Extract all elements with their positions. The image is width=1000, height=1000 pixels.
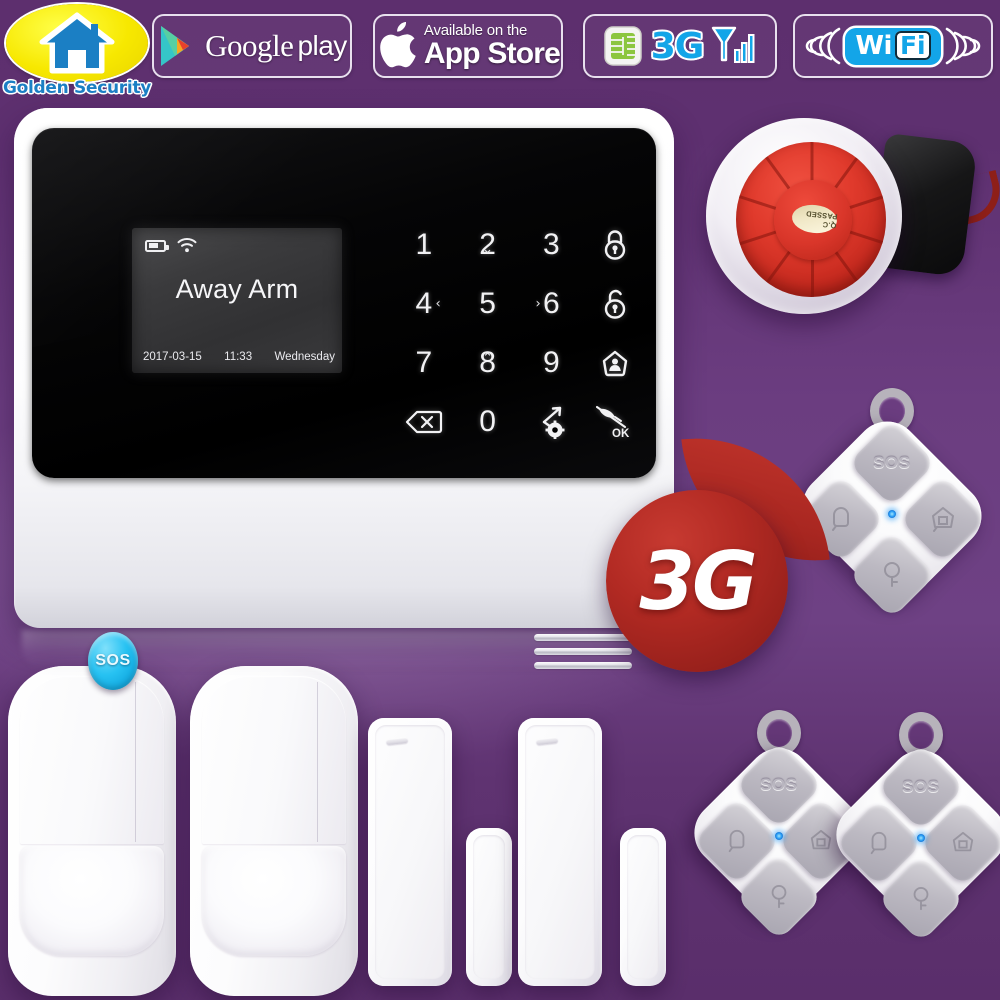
- lock-open-icon: [884, 562, 900, 587]
- apple-logo-icon: [380, 22, 416, 68]
- badge-wifi[interactable]: Wi Fi: [793, 14, 993, 78]
- pir-lens: [202, 846, 346, 956]
- remote-control-3[interactable]: SOS: [823, 712, 1000, 943]
- wifi-icon: [177, 238, 197, 253]
- lcd-screen: Away Arm 2017-03-15 11:33 Wednesday: [132, 228, 342, 373]
- wifi-primary: Wi: [855, 30, 892, 61]
- siren-rim: Q.C PASSED: [706, 118, 902, 314]
- key-6[interactable]: 6 ›: [520, 275, 584, 334]
- arrow-down-icon: ⌄: [482, 241, 494, 257]
- lcd-date: 2017-03-15: [143, 351, 202, 363]
- key-3[interactable]: 3: [520, 216, 584, 275]
- pir-faceplate: [20, 676, 164, 844]
- home-lock-icon: [952, 831, 974, 852]
- badge-google-play[interactable]: Google play: [152, 14, 352, 78]
- door-sensor-1-magnet: [466, 828, 512, 986]
- home-person-icon: [602, 350, 628, 377]
- lcd-weekday: Wednesday: [274, 351, 335, 363]
- badge-app-store[interactable]: Available on the App Store: [373, 14, 563, 78]
- wifi-pill: Wi Fi: [845, 27, 941, 65]
- lock-closed-icon: [832, 507, 849, 531]
- key-7[interactable]: 7: [392, 334, 456, 393]
- backspace-icon: [405, 410, 442, 433]
- house-icon: [39, 12, 115, 74]
- remote-led-indicator: [888, 510, 896, 518]
- panel-glass-face: Away Arm 2017-03-15 11:33 Wednesday 1 2 …: [32, 128, 656, 478]
- lock-open-icon: [604, 289, 626, 319]
- key-setup[interactable]: [520, 392, 584, 451]
- sim-card-icon: [603, 26, 642, 66]
- lock-open-icon: [913, 887, 929, 911]
- alarm-control-panel: Away Arm 2017-03-15 11:33 Wednesday 1 2 …: [14, 108, 674, 690]
- google-play-primary: Google: [205, 28, 294, 63]
- arrow-up-icon: ⌃: [482, 350, 494, 366]
- arrow-left-icon: ‹: [435, 296, 441, 312]
- door-sensor-2-magnet: [620, 828, 666, 986]
- remote-led-indicator: [917, 834, 925, 842]
- lcd-arm-mode: Away Arm: [175, 274, 299, 304]
- key-4[interactable]: 4 ‹: [392, 275, 456, 334]
- google-play-secondary: play: [297, 30, 347, 61]
- key-5[interactable]: 5: [456, 275, 520, 334]
- wifi-waves-right-icon: [945, 27, 980, 65]
- google-play-triangle-icon: [161, 26, 190, 66]
- key-home-arm[interactable]: [583, 334, 647, 393]
- pir-motion-detector-1: [8, 666, 176, 996]
- siren-horn-face: Q.C PASSED: [736, 142, 886, 297]
- lcd-datetime-row: 2017-03-15 11:33 Wednesday: [143, 351, 335, 363]
- badge-3g-label: 3G: [650, 25, 705, 67]
- brand-logo: Golden Security: [2, 2, 152, 102]
- panel-sos-button[interactable]: SOS: [88, 632, 138, 690]
- remote-led-indicator: [775, 832, 783, 840]
- lock-open-icon: [771, 885, 787, 909]
- key-8[interactable]: 8 ⌃: [456, 334, 520, 393]
- door-sensor-2-transmitter: [518, 718, 602, 986]
- app-store-primary: Available on the: [423, 22, 528, 39]
- badge-3g-network[interactable]: 3G: [583, 14, 777, 78]
- siren-hub: Q.C PASSED: [774, 180, 852, 260]
- panel-sos-label: SOS: [95, 652, 131, 669]
- key-backspace[interactable]: [392, 392, 456, 451]
- battery-icon: [145, 239, 169, 252]
- brand-name: Golden Security: [2, 78, 152, 98]
- key-0[interactable]: 0: [456, 392, 520, 451]
- wifi-secondary: Fi: [894, 31, 931, 60]
- pir-faceplate: [202, 676, 346, 844]
- wifi-waves-left-icon: [806, 27, 841, 65]
- lcd-time: 11:33: [224, 351, 253, 363]
- app-store-secondary: App Store: [423, 37, 561, 70]
- key-away-arm[interactable]: [583, 216, 647, 275]
- lock-closed-icon: [870, 831, 887, 855]
- 3g-burst-badge: 3G: [596, 425, 830, 675]
- lcd-status-bar: [145, 238, 197, 253]
- door-sensor-1-transmitter: [368, 718, 452, 986]
- arrow-right-icon: ›: [535, 296, 541, 312]
- home-lock-icon: [932, 507, 954, 532]
- pir-motion-detector-2: [190, 666, 358, 996]
- siren-speaker: Q.C PASSED: [700, 112, 1000, 322]
- product-image-canvas: Golden Security Google play Available on…: [0, 0, 1000, 1000]
- qc-passed-label: Q.C PASSED: [790, 202, 839, 236]
- key-2[interactable]: 2 ⌄: [456, 216, 520, 275]
- lock-closed-icon: [728, 829, 745, 853]
- pir-lens: [20, 846, 164, 956]
- burst-label: 3G: [639, 534, 757, 628]
- key-disarm[interactable]: [583, 275, 647, 334]
- header-badge-bar: Golden Security Google play Available on…: [0, 0, 1000, 100]
- key-1[interactable]: 1: [392, 216, 456, 275]
- setup-gear-icon: [543, 406, 565, 439]
- touch-keypad: 1 2 ⌄ 3 4 ‹ 5 6 › 7 8 ⌃ 9 0 OK: [392, 216, 647, 451]
- signal-bars-icon: [712, 26, 755, 63]
- lock-closed-icon: [604, 230, 626, 261]
- key-9[interactable]: 9: [520, 334, 584, 393]
